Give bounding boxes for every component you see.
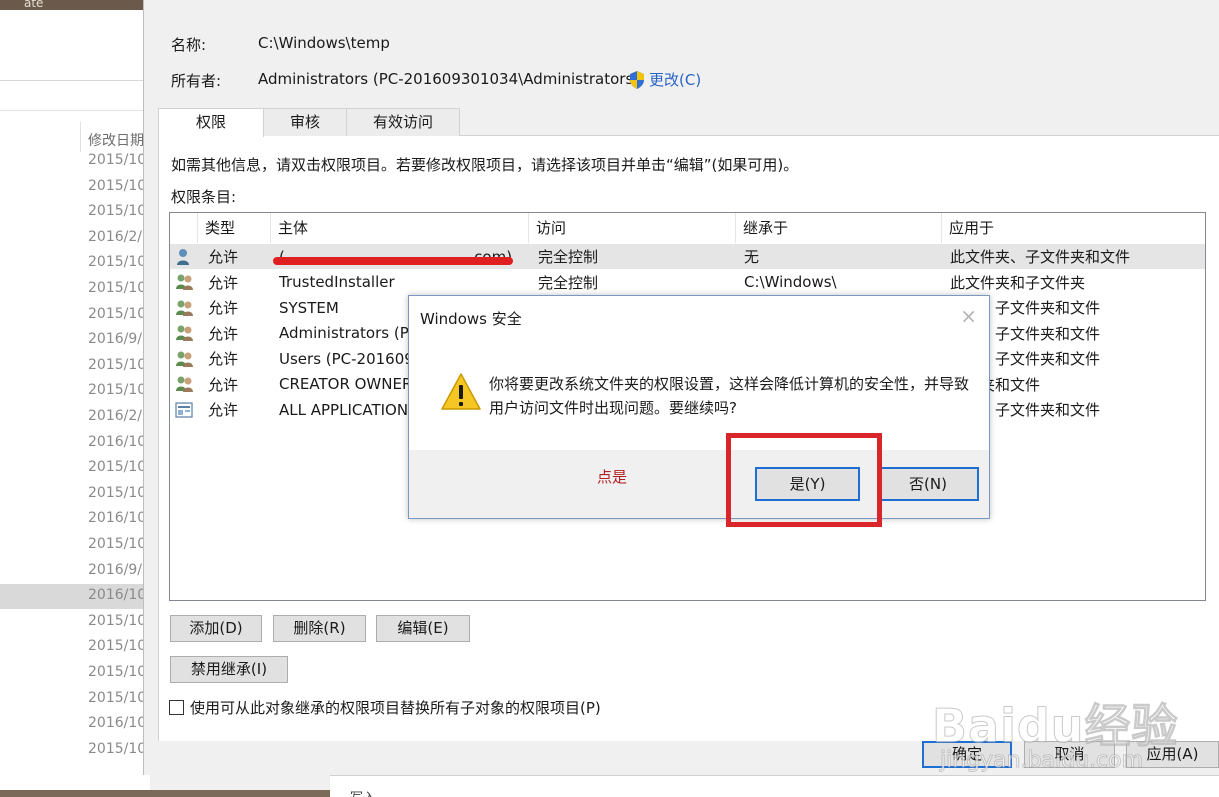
- explorer-date-cell: 2015/10: [88, 459, 147, 476]
- explorer-date-cell: 2015/10: [88, 177, 147, 194]
- remove-button[interactable]: 删除(R): [273, 615, 366, 642]
- background-fragment-text: 写入: [350, 787, 376, 797]
- permission-type: 允许: [208, 350, 239, 368]
- explorer-date-cell: 2016/10: [88, 510, 147, 527]
- column-header-type[interactable]: 类型: [198, 213, 271, 243]
- column-header-access[interactable]: 访问: [529, 213, 736, 243]
- explorer-date-cell: 2015/10: [88, 612, 147, 629]
- list-header: 类型 主体 访问 继承于 应用于: [170, 213, 1205, 243]
- background-explorer-window: ate 修改日期 2015/10 2015/10 2015/10 2016/2/201…: [0, 0, 150, 797]
- explorer-date-cell: 2015/10: [88, 740, 147, 757]
- explorer-date-cell: 2015/10: [88, 382, 147, 399]
- tab-strip: 权限 审核 有效访问: [158, 108, 461, 137]
- explorer-date-cell: 2016/2/: [88, 228, 142, 245]
- explorer-date-cell: 2016/9/: [88, 561, 142, 578]
- explorer-date-cell: 2016/10: [88, 587, 147, 604]
- permission-row[interactable]: 允许 (...com) 完全控制 无 此文件夹、子文件夹和文件: [170, 244, 1205, 269]
- permission-type: 允许: [208, 273, 239, 292]
- permission-inherited-from: 无: [744, 248, 760, 266]
- warning-icon: [441, 373, 481, 410]
- background-dialog-strip: [330, 775, 1219, 797]
- tab-auditing[interactable]: 审核: [263, 108, 348, 136]
- tab-permissions[interactable]: 权限: [158, 108, 265, 137]
- explorer-date-cell: 2015/10: [88, 356, 147, 373]
- change-owner-link[interactable]: 更改(C): [628, 69, 701, 90]
- explorer-title-strip: [0, 0, 150, 10]
- dialog-message: 你将要更改系统文件夹的权限设置，这样会降低计算机的安全性，并导致用户访问文件时出…: [489, 375, 970, 417]
- explorer-title-fragment: ate: [24, 0, 44, 10]
- permission-type: 允许: [208, 248, 239, 266]
- yes-button[interactable]: 是(Y): [755, 467, 860, 501]
- disable-inheritance-button[interactable]: 禁用继承(I): [170, 656, 288, 683]
- windows-security-dialog: Windows 安全 × 你将要更改系统文件夹的权限设置，这样会降低计算机的安全…: [408, 295, 990, 519]
- user-group-icon: [170, 375, 198, 393]
- single-user-icon: [170, 248, 198, 266]
- user-group-icon: [170, 350, 198, 368]
- close-icon[interactable]: ×: [960, 304, 977, 328]
- explorer-date-cell: 2016/2/: [88, 408, 142, 424]
- permission-principal: TrustedInstaller: [279, 273, 395, 291]
- column-header-principal[interactable]: 主体: [271, 213, 529, 243]
- permission-principal: (...com): [271, 248, 529, 266]
- explorer-divider: [0, 80, 150, 81]
- explorer-date-cell: 2015/10: [88, 484, 147, 501]
- baidu-watermark: Baidu经验: [932, 699, 1179, 754]
- explorer-date-cell: 2015/10: [88, 638, 147, 655]
- permission-row[interactable]: 允许 TrustedInstaller 完全控制 C:\Windows\ 此文件夹和子文…: [170, 270, 1205, 295]
- annotation-click-yes: 点是: [597, 468, 628, 486]
- explorer-date-cell: 2015/10: [88, 254, 147, 271]
- redaction-scribble: [273, 256, 513, 265]
- name-label: 名称:: [171, 36, 207, 54]
- owner-value: Administrators (PC-201609301034\Administ…: [258, 70, 640, 88]
- explorer-date-cell: 2016/10: [88, 433, 147, 450]
- explorer-date-cell: 2015/10: [88, 664, 147, 680]
- explorer-date-cell: 2016/9/: [88, 331, 142, 348]
- replace-child-permissions-option[interactable]: 使用可从此对象继承的权限项目替换所有子对象的权限项目(P): [169, 697, 601, 718]
- permission-access: 完全控制: [538, 248, 599, 266]
- explorer-divider: [0, 110, 150, 111]
- user-group-icon: [170, 324, 198, 342]
- explorer-date-cell: 2016/10: [88, 715, 147, 732]
- column-header-applies-to[interactable]: 应用于: [942, 213, 1205, 243]
- explorer-date-cell: 2015/10: [88, 152, 147, 168]
- edit-button[interactable]: 编辑(E): [376, 615, 470, 642]
- column-header-icon: [170, 213, 198, 243]
- permission-applies-to: 此文件夹和子文件夹: [950, 273, 1086, 292]
- explorer-date-cell: 2015/10: [88, 689, 147, 706]
- permission-type: 允许: [208, 299, 239, 317]
- user-group-icon: [170, 273, 198, 291]
- explorer-date-cell: 2015/10: [88, 305, 147, 322]
- app-package-icon: [170, 401, 198, 418]
- permission-type: 允许: [208, 375, 239, 394]
- dialog-title: Windows 安全: [420, 310, 522, 328]
- info-text: 如需其他信息，请双击权限项目。若要修改权限项目，请选择该项目并单击“编辑”(如果…: [171, 156, 799, 174]
- permission-inherited-from: C:\Windows\: [744, 273, 837, 291]
- add-button[interactable]: 添加(D): [170, 615, 262, 642]
- tab-effective-access[interactable]: 有效访问: [346, 108, 461, 136]
- entries-label: 权限条目:: [171, 188, 237, 206]
- baidu-watermark-url: jingyan.baidu.com: [939, 748, 1144, 774]
- explorer-column-divider: [80, 122, 81, 152]
- replace-child-permissions-label: 使用可从此对象继承的权限项目替换所有子对象的权限项目(P): [190, 699, 601, 717]
- no-button[interactable]: 否(N): [877, 467, 979, 501]
- explorer-date-cell: 2015/10: [88, 536, 147, 552]
- explorer-column-header-date[interactable]: 修改日期: [88, 130, 144, 150]
- change-owner-label: 更改(C): [649, 71, 702, 89]
- owner-label: 所有者:: [171, 72, 222, 90]
- permission-applies-to: 此文件夹、子文件夹和文件: [950, 248, 1131, 266]
- permission-type: 允许: [208, 324, 239, 343]
- replace-child-permissions-checkbox[interactable]: [169, 700, 184, 715]
- permission-type: 允许: [208, 401, 239, 419]
- explorer-date-cell: 2015/10: [88, 203, 147, 220]
- user-group-icon: [170, 299, 198, 317]
- explorer-date-cell: 2015/10: [88, 280, 147, 296]
- permission-access: 完全控制: [538, 273, 599, 292]
- explorer-bottom-strip: [0, 790, 330, 797]
- uac-shield-icon: [630, 70, 644, 89]
- column-header-inherited-from[interactable]: 继承于: [736, 213, 942, 243]
- name-value: C:\Windows\temp: [258, 34, 390, 52]
